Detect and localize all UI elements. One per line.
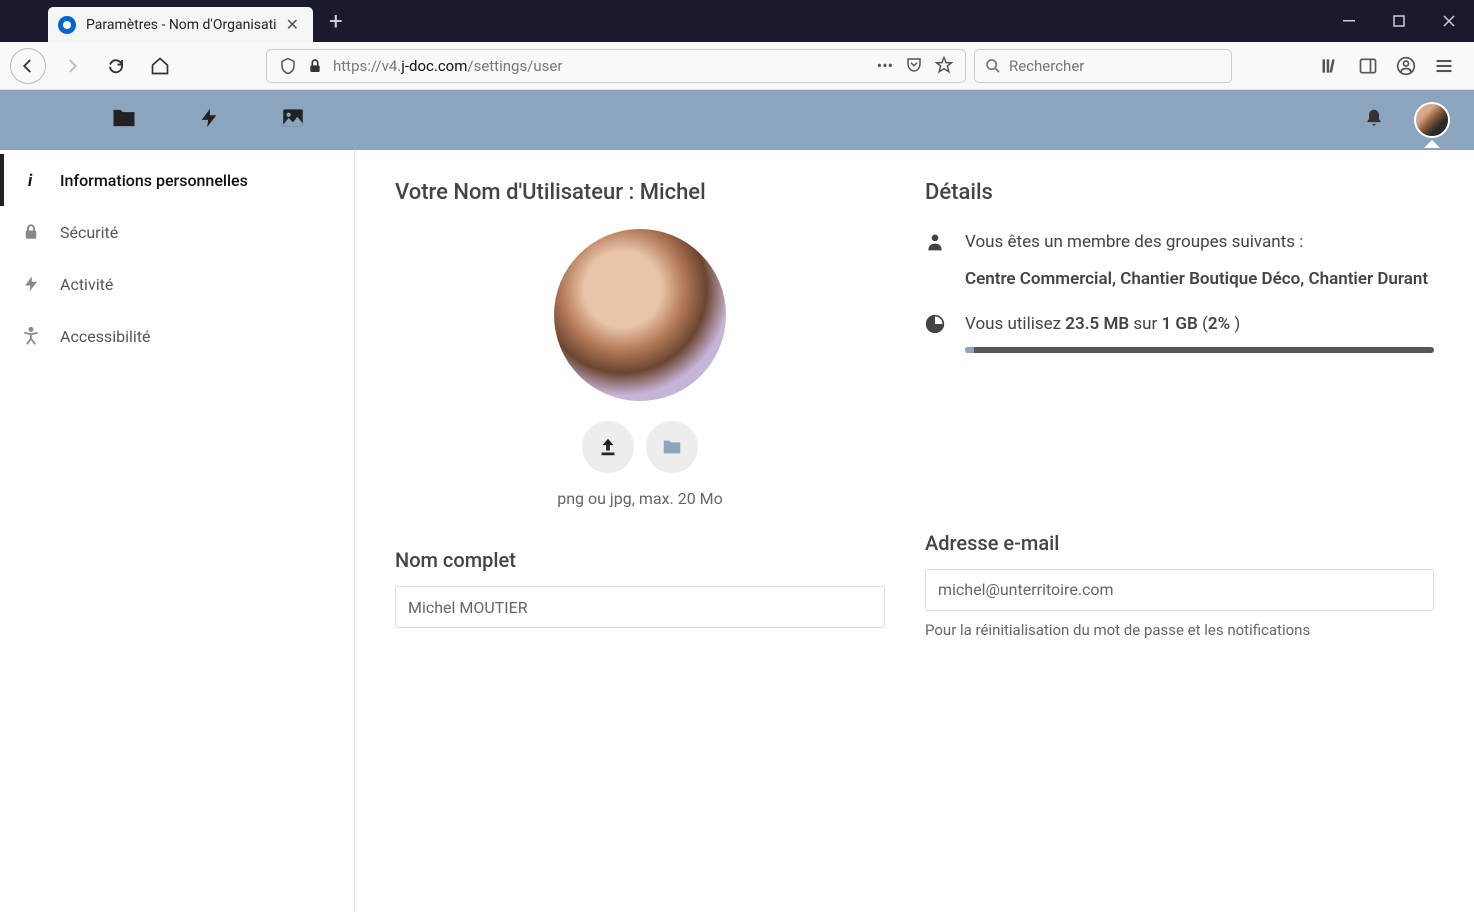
svg-text:i: i <box>28 172 33 189</box>
hamburger-menu-icon[interactable] <box>1434 56 1454 76</box>
shield-icon <box>279 57 297 75</box>
lock-icon <box>307 58 323 74</box>
window-maximize-icon[interactable] <box>1374 0 1424 42</box>
person-icon <box>925 229 947 256</box>
upload-icon <box>597 436 619 458</box>
username-heading: Votre Nom d'Utilisateur : Michel <box>395 180 885 205</box>
tab-title: Paramètres - Nom d'Organisati <box>86 17 282 33</box>
new-tab-button[interactable]: + <box>313 7 359 35</box>
folder-icon <box>661 436 683 458</box>
nav-back-button[interactable] <box>10 48 46 84</box>
nav-forward-button[interactable] <box>54 48 90 84</box>
usage-text: Vous utilisez 23.5 MB sur 1 GB (2% ) <box>965 314 1240 334</box>
upload-avatar-button[interactable] <box>582 421 634 473</box>
lock-icon <box>20 223 42 241</box>
sidebar-item-label: Informations personnelles <box>60 171 248 190</box>
sidebar-item-accessibility[interactable]: Accessibilité <box>0 310 354 362</box>
sidebar-item-personal-info[interactable]: i Informations personnelles <box>0 154 354 206</box>
pie-icon <box>925 311 947 338</box>
email-label: Adresse e-mail <box>925 531 1434 555</box>
info-icon: i <box>20 171 42 189</box>
fullname-label: Nom complet <box>395 548 885 572</box>
url-text: https://v4.j-doc.com/settings/user <box>333 57 867 75</box>
url-bar[interactable]: https://v4.j-doc.com/settings/user ••• <box>266 49 966 83</box>
main-panel: Votre Nom d'Utilisateur : Michel png ou … <box>355 150 1474 912</box>
gallery-icon[interactable] <box>280 105 306 135</box>
browser-tab[interactable]: Paramètres - Nom d'Organisati ✕ <box>48 7 313 42</box>
email-input[interactable] <box>925 569 1434 611</box>
sidebar-item-security[interactable]: Sécurité <box>0 206 354 258</box>
nav-home-button[interactable] <box>142 48 178 84</box>
settings-sidebar: i Informations personnelles Sécurité Act… <box>0 150 355 912</box>
storage-progress <box>965 347 1434 353</box>
app-header <box>0 90 1474 150</box>
window-controls <box>1324 0 1474 42</box>
profile-avatar <box>554 229 726 401</box>
activity-icon[interactable] <box>198 107 220 133</box>
storage-row: Vous utilisez 23.5 MB sur 1 GB (2% ) <box>925 311 1434 352</box>
nav-reload-button[interactable] <box>98 48 134 84</box>
details-heading: Détails <box>925 180 1434 205</box>
sidebar-item-label: Accessibilité <box>60 327 150 346</box>
window-minimize-icon[interactable] <box>1324 0 1374 42</box>
pocket-icon[interactable] <box>905 56 923 74</box>
account-icon[interactable] <box>1396 56 1416 76</box>
user-avatar-menu[interactable] <box>1414 102 1450 138</box>
search-input[interactable] <box>1009 57 1221 75</box>
bolt-icon <box>20 275 42 293</box>
star-icon[interactable] <box>935 56 953 74</box>
browser-search[interactable] <box>974 49 1232 83</box>
sidebar-item-label: Activité <box>60 275 113 294</box>
tab-close-icon[interactable]: ✕ <box>282 15 303 34</box>
accessibility-icon <box>20 326 42 346</box>
email-hint: Pour la réinitialisation du mot de passe… <box>925 621 1434 639</box>
library-icon[interactable] <box>1320 56 1340 76</box>
notifications-icon[interactable] <box>1364 108 1384 132</box>
search-icon <box>985 58 1001 74</box>
window-close-icon[interactable] <box>1424 0 1474 42</box>
browser-titlebar: Paramètres - Nom d'Organisati ✕ + <box>0 0 1474 42</box>
groups-list: Centre Commercial, Chantier Boutique Déc… <box>965 269 1428 289</box>
tab-favicon-icon <box>58 16 76 34</box>
sidebar-item-label: Sécurité <box>60 223 118 242</box>
files-icon[interactable] <box>110 104 138 136</box>
browse-avatar-button[interactable] <box>646 421 698 473</box>
fullname-input[interactable] <box>395 586 885 628</box>
sidebar-item-activity[interactable]: Activité <box>0 258 354 310</box>
groups-row: Vous êtes un membre des groupes suivants… <box>925 229 1434 293</box>
sidebar-toggle-icon[interactable] <box>1358 56 1378 76</box>
meatball-menu-icon[interactable]: ••• <box>877 56 893 75</box>
upload-hint: png ou jpg, max. 20 Mo <box>395 489 885 508</box>
browser-toolbar: https://v4.j-doc.com/settings/user ••• <box>0 42 1474 90</box>
groups-intro: Vous êtes un membre des groupes suivants… <box>965 229 1428 256</box>
content: i Informations personnelles Sécurité Act… <box>0 150 1474 912</box>
